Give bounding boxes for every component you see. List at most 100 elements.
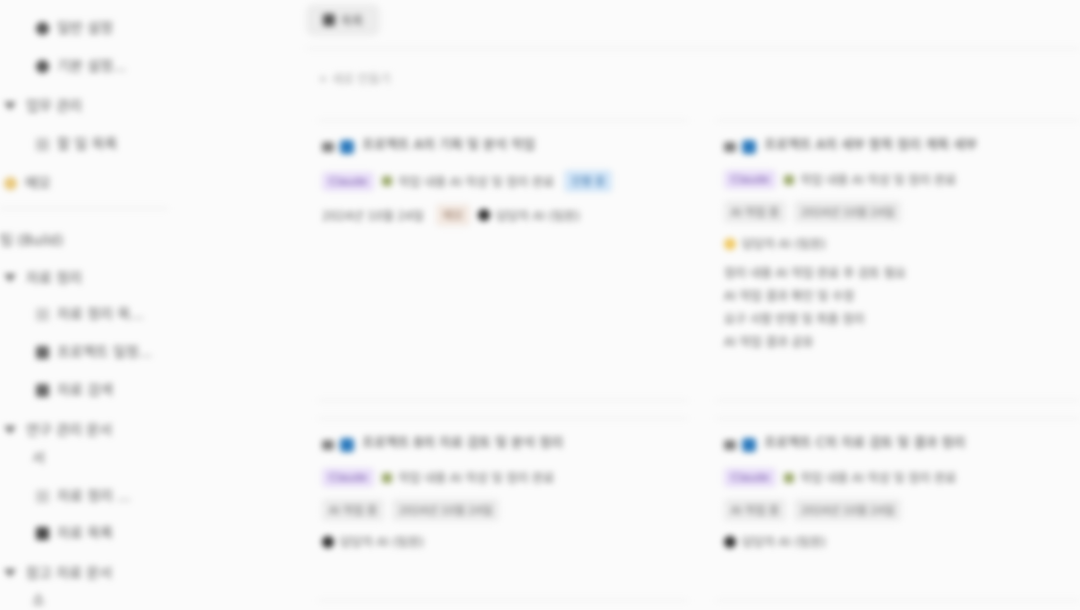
toggle-open-icon[interactable] (4, 274, 16, 282)
description-line: AI 작업 결과 공유 (724, 335, 814, 349)
sidebar-item[interactable]: 자료 정리 (4, 268, 82, 288)
card-owner: 담당자 AI (팀원) (742, 535, 826, 549)
card-date: 2024년 10월 24일 (322, 208, 424, 223)
sidebar-item[interactable]: 업무 관리 (4, 96, 82, 116)
tag-status-text: 작업 내용 AI 작성 및 정리 완료 (800, 471, 957, 485)
book-icon (36, 383, 49, 397)
sidebar-item[interactable]: 메모 (4, 173, 51, 193)
toggle-open-icon[interactable] (4, 102, 16, 110)
owner-avatar (724, 237, 736, 250)
tag-claude: Claude (724, 468, 777, 487)
sidebar-item-label: 자료 목록 (57, 526, 113, 542)
card-title-row: 프로젝트 C의 자료 검토 및 결과 정리 (724, 432, 1074, 456)
sidebar-item-label: 할 일 목록 (57, 137, 118, 153)
folder-icon (724, 440, 736, 450)
new-page-button[interactable]: + 새로 만들기 (318, 70, 391, 87)
card[interactable]: 프로젝트 B의 자료 검토 및 분석 정리 Claude 작업 내용 AI 작성… (322, 432, 682, 550)
card-title: 프로젝트 A의 기획 및 분석 작업 (362, 138, 536, 153)
sidebar-item[interactable]: 자료 정리 목... (36, 304, 144, 324)
sidebar-item[interactable]: 할 일 목록 (36, 134, 117, 154)
description-line: 요구 사항 반영 및 최종 정리 (724, 312, 865, 326)
tag-claude: Claude (322, 468, 375, 487)
card-owner-row: 담당자 AI (팀원) (724, 533, 1074, 550)
card-border (318, 120, 688, 121)
folder-icon (322, 142, 334, 152)
check-icon (382, 176, 393, 186)
sidebar-item-label: 연구 관리 문서 (26, 423, 113, 439)
card[interactable]: 프로젝트 A의 기획 및 분석 작업 Claude 작업 내용 AI 작성 및 … (322, 134, 682, 226)
sidebar-item[interactable]: 자료 검색 (36, 380, 113, 400)
tag-progress: 진행 중 (564, 170, 613, 192)
sidebar-item[interactable]: 자료 정리 ... (36, 486, 131, 506)
card-owner-row: 담당자 AI (팀원) (724, 235, 1074, 252)
card-owner: 담당자 AI (팀원) (496, 208, 581, 223)
pencil-icon (36, 137, 49, 151)
card-tags: Claude 작업 내용 AI 작성 및 정리 완료 (724, 468, 1074, 487)
card-tags: Claude 작업 내용 AI 작성 및 정리 완료 (322, 468, 682, 487)
tag-status-text: 작업 내용 AI 작성 및 정리 완료 (398, 174, 555, 189)
card[interactable]: 프로젝트 C의 자료 검토 및 결과 정리 Claude 작업 내용 AI 작성… (724, 432, 1074, 550)
toggle-open-icon[interactable] (4, 426, 16, 434)
card-icons (724, 140, 756, 154)
sidebar-item-label: 참고 자료 문서 (26, 566, 113, 582)
check-icon (784, 472, 795, 483)
folder-icon (724, 142, 736, 152)
card-meta: AI 작업 중 2024년 10월 24일 (724, 499, 1074, 521)
page-icon (36, 307, 49, 321)
book-icon (36, 345, 49, 359)
gear-icon (36, 21, 49, 35)
card-border (716, 418, 1080, 419)
card-date: 2024년 10월 24일 (794, 201, 902, 223)
card-icons (322, 140, 354, 154)
tag-status-text: 작업 내용 AI 작성 및 정리 완료 (398, 471, 555, 485)
yellow-page-icon (4, 176, 17, 190)
sidebar-item-label: 소 (32, 593, 45, 609)
check-icon (382, 472, 393, 483)
card[interactable]: 프로젝트 A의 세부 항목 정리 계획 세부 Claude 작업 내용 AI 작… (724, 134, 1074, 354)
toggle-open-icon[interactable] (4, 569, 16, 577)
card-title: 프로젝트 B의 자료 검토 및 분석 정리 (362, 436, 564, 451)
sidebar-item[interactable]: 참고 자료 문서 (4, 563, 112, 583)
view-selector-button[interactable]: 목록 (306, 4, 380, 36)
card-border (716, 400, 1080, 401)
sidebar-item[interactable]: 일반 설정 (36, 18, 113, 38)
card-title-row: 프로젝트 A의 기획 및 분석 작업 (322, 134, 682, 158)
sidebar-item-label: 팀 (Build) (0, 233, 64, 249)
tag-memo: 메모 (435, 204, 471, 226)
blue-book-icon (340, 140, 354, 154)
folder-icon (322, 440, 334, 450)
card-icons (724, 438, 756, 452)
sidebar-item[interactable]: 기본 설정... (36, 56, 126, 76)
card-owner: 담당자 AI (팀원) (340, 535, 424, 549)
card-border (716, 120, 1080, 121)
card-meta: 2024년 10월 24일 메모 담당자 AI (팀원) (322, 204, 682, 226)
blurred-workspace: 일반 설정 기본 설정... 업무 관리 할 일 목록 메모 팀 (Build)… (0, 0, 1080, 609)
new-page-label: + 새로 만들기 (318, 72, 391, 86)
sidebar-item[interactable]: 연구 관리 문서 (4, 420, 112, 440)
card-tags: Claude 작업 내용 AI 작성 및 정리 완료 (724, 170, 1074, 189)
tag-status-text: 작업 내용 AI 작성 및 정리 완료 (800, 173, 957, 187)
card-meta: AI 작업 중 2024년 10월 24일 (724, 201, 1074, 223)
sidebar-item-label: 기본 설정... (57, 59, 127, 75)
card-tags: Claude 작업 내용 AI 작성 및 정리 완료 진행 중 (322, 170, 682, 192)
card-owner-row: 담당자 AI (팀원) (322, 533, 682, 550)
sidebar-item-label: 서 (32, 451, 45, 467)
list-view-icon (322, 14, 335, 26)
tag-ai-working: AI 작업 중 (724, 201, 787, 223)
sidebar-section-header[interactable]: 팀 (Build) (0, 230, 63, 250)
description-line: 정리 내용 AI 작업 완료 후 검토 필요 (724, 266, 906, 280)
sidebar-item-label: 일반 설정 (57, 21, 113, 37)
blue-book-icon (340, 438, 354, 452)
sidebar-item[interactable]: 프로젝트 일정... (36, 342, 152, 362)
card-title-row: 프로젝트 B의 자료 검토 및 분석 정리 (322, 432, 682, 456)
owner-avatar (478, 209, 491, 221)
tag-ai-working: AI 작업 중 (724, 499, 787, 521)
card-owner: 담당자 AI (팀원) (742, 237, 826, 251)
page-icon (36, 489, 49, 503)
sidebar-item[interactable]: 자료 목록 (36, 523, 113, 543)
card-description: 정리 내용 AI 작업 완료 후 검토 필요 AI 작업 결과 확인 및 수정 … (724, 262, 1074, 354)
card-icons (322, 438, 354, 452)
card-date: 2024년 10월 24일 (392, 499, 500, 521)
card-border (318, 600, 688, 601)
header-divider (306, 48, 1080, 49)
